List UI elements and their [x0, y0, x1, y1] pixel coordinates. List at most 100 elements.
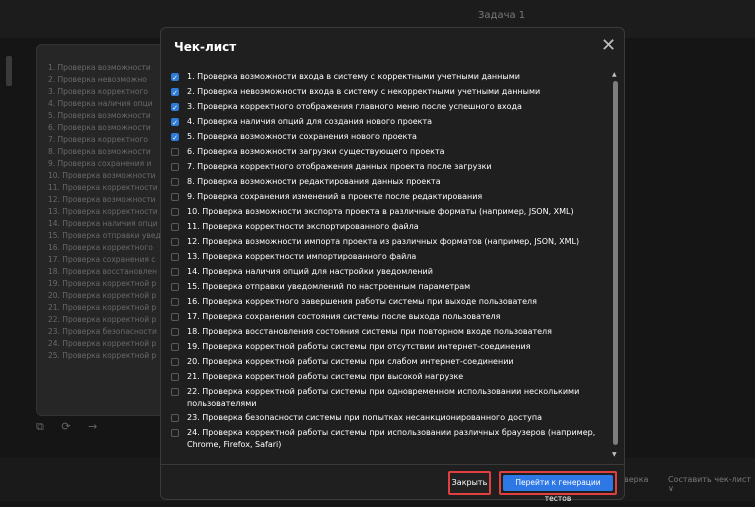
checklist-item[interactable]: 21. Проверка корректной работы системы п…: [171, 371, 611, 384]
background-list-item[interactable]: 8. Проверка возможности: [48, 146, 164, 158]
checkbox-checked[interactable]: ✓: [171, 73, 179, 82]
background-list-item[interactable]: 25. Проверка корректной р: [48, 350, 164, 362]
checklist-item[interactable]: 17. Проверка сохранения состояния систем…: [171, 311, 611, 324]
checkbox-unchecked[interactable]: [171, 268, 179, 276]
checkbox-checked[interactable]: ✓: [171, 133, 179, 142]
checklist-item-label: 1. Проверка возможности входа в систему …: [187, 72, 520, 81]
background-list-item[interactable]: 2. Проверка невозможно: [48, 74, 164, 86]
checklist-item-label: 15. Проверка отправки уведомлений по нас…: [187, 282, 471, 291]
checklist-item[interactable]: 24. Проверка корректной работы системы п…: [171, 427, 611, 451]
compose-checklist-button[interactable]: Составить чек-лист ∨: [668, 475, 755, 493]
refresh-icon[interactable]: ⟳: [61, 420, 70, 433]
checkbox-unchecked[interactable]: [171, 313, 179, 321]
checklist: ✓ 1. Проверка возможности входа в систему…: [171, 71, 611, 459]
close-button[interactable]: Закрыть: [448, 471, 491, 495]
scroll-up-icon[interactable]: ▲: [612, 71, 617, 78]
background-list-item[interactable]: 3. Проверка корректного: [48, 86, 164, 98]
background-list-item[interactable]: 18. Проверка восстановлен: [48, 266, 164, 278]
scroll-down-icon[interactable]: ▼: [612, 451, 617, 458]
background-list-item[interactable]: 16. Проверка корректного: [48, 242, 164, 254]
checklist-item[interactable]: ✓ 3. Проверка корректного отображения гла…: [171, 101, 611, 114]
checklist-item-label: 16. Проверка корректного завершения рабо…: [187, 297, 537, 306]
modal-footer: Закрыть Перейти к генерации тестов: [161, 464, 624, 503]
checkbox-unchecked[interactable]: [171, 163, 179, 171]
checklist-item[interactable]: 22. Проверка корректной работы системы п…: [171, 386, 611, 410]
background-list-item[interactable]: 22. Проверка корректной р: [48, 314, 164, 326]
checkbox-unchecked[interactable]: [171, 148, 179, 156]
background-list-item[interactable]: 12. Проверка возможности: [48, 194, 164, 206]
checklist-item[interactable]: ✓ 4. Проверка наличия опций для создания …: [171, 116, 611, 129]
checklist-item-label: 7. Проверка корректного отображения данн…: [187, 162, 492, 171]
checklist-item[interactable]: 18. Проверка восстановления состояния си…: [171, 326, 611, 339]
checklist-item-label: 5. Проверка возможности сохранения новог…: [187, 132, 417, 141]
checklist-item[interactable]: 13. Проверка корректности импортированно…: [171, 251, 611, 264]
checkbox-unchecked[interactable]: [171, 238, 179, 246]
checklist-item[interactable]: ✓ 2. Проверка невозможности входа в систе…: [171, 86, 611, 99]
checkbox-unchecked[interactable]: [171, 193, 179, 201]
background-list-item[interactable]: 17. Проверка сохранения с: [48, 254, 164, 266]
checklist-item[interactable]: 6. Проверка возможности загрузки существ…: [171, 146, 611, 159]
background-list-item[interactable]: 7. Проверка корректного: [48, 134, 164, 146]
scrollbar-thumb[interactable]: [613, 81, 618, 445]
background-list-item[interactable]: 19. Проверка корректной р: [48, 278, 164, 290]
checklist-item[interactable]: 23. Проверка безопасности системы при по…: [171, 412, 611, 425]
background-list-item[interactable]: 1. Проверка возможности: [48, 62, 164, 74]
background-list-item[interactable]: 14. Проверка наличия опци: [48, 218, 164, 230]
checklist-item[interactable]: 12. Проверка возможности импорта проекта…: [171, 236, 611, 249]
checkbox-unchecked[interactable]: [171, 253, 179, 261]
checkbox-unchecked[interactable]: [171, 388, 179, 396]
background-list-item[interactable]: 5. Проверка возможности: [48, 110, 164, 122]
arrow-right-icon[interactable]: →: [88, 420, 97, 433]
checklist-item[interactable]: 20. Проверка корректной работы системы п…: [171, 356, 611, 369]
checklist-item[interactable]: 8. Проверка возможности редактирования д…: [171, 176, 611, 189]
checklist-item[interactable]: 11. Проверка корректности экспортированн…: [171, 221, 611, 234]
checkbox-unchecked[interactable]: [171, 429, 179, 437]
checkbox-unchecked[interactable]: [171, 343, 179, 351]
close-icon[interactable]: ✕: [601, 35, 616, 56]
checkbox-unchecked[interactable]: [171, 283, 179, 291]
checklist-item-label: 24. Проверка корректной работы системы п…: [187, 428, 596, 449]
sidebar-handle[interactable]: [6, 56, 12, 86]
checkbox-unchecked[interactable]: [171, 358, 179, 366]
checkbox-unchecked[interactable]: [171, 328, 179, 336]
checkbox-unchecked[interactable]: [171, 208, 179, 216]
generate-tests-button-label: Перейти к генерации тестов: [503, 475, 613, 503]
checklist-item[interactable]: 16. Проверка корректного завершения рабо…: [171, 296, 611, 309]
background-list-item[interactable]: 13. Проверка корректности: [48, 206, 164, 218]
checklist-item-label: 13. Проверка корректности импортированно…: [187, 252, 417, 261]
checklist-item[interactable]: 19. Проверка корректной работы системы п…: [171, 341, 611, 354]
footer-divider: [161, 464, 624, 465]
background-list-item[interactable]: 4. Проверка наличия опци: [48, 98, 164, 110]
checkbox-unchecked[interactable]: [171, 298, 179, 306]
checkbox-unchecked[interactable]: [171, 223, 179, 231]
checklist-item[interactable]: 7. Проверка корректного отображения данн…: [171, 161, 611, 174]
checklist-item[interactable]: ✓ 1. Проверка возможности входа в систему…: [171, 71, 611, 84]
background-list-item[interactable]: 24. Проверка корректной р: [48, 338, 164, 350]
checkbox-unchecked[interactable]: [171, 373, 179, 381]
background-list-item[interactable]: 15. Проверка отправки увед: [48, 230, 164, 242]
checkbox-checked[interactable]: ✓: [171, 103, 179, 112]
background-list-item[interactable]: 9. Проверка сохранения и: [48, 158, 164, 170]
checklist-item[interactable]: 14. Проверка наличия опций для настройки…: [171, 266, 611, 279]
background-left-label[interactable]: верка: [624, 475, 648, 484]
background-list-item[interactable]: 10. Проверка возможности: [48, 170, 164, 182]
checkbox-checked[interactable]: ✓: [171, 88, 179, 97]
checkbox-unchecked[interactable]: [171, 414, 179, 422]
checklist-item-label: 22. Проверка корректной работы системы п…: [187, 387, 580, 408]
modal-title: Чек-лист: [174, 40, 237, 54]
background-list-item[interactable]: 20. Проверка корректной р: [48, 290, 164, 302]
checkbox-unchecked[interactable]: [171, 178, 179, 186]
checklist-item[interactable]: ✓ 5. Проверка возможности сохранения ново…: [171, 131, 611, 144]
checkbox-checked[interactable]: ✓: [171, 118, 179, 127]
background-list-item[interactable]: 23. Проверка безопасности: [48, 326, 164, 338]
copy-icon[interactable]: ⧉: [36, 420, 44, 433]
task-tab-title[interactable]: Задача 1: [478, 10, 525, 21]
generate-tests-button[interactable]: Перейти к генерации тестов: [499, 471, 617, 503]
background-list-item[interactable]: 11. Проверка корректности: [48, 182, 164, 194]
scrollbar[interactable]: ▲ ▼: [612, 71, 620, 459]
checklist-item[interactable]: 15. Проверка отправки уведомлений по нас…: [171, 281, 611, 294]
checklist-item[interactable]: 10. Проверка возможности экспорта проект…: [171, 206, 611, 219]
background-list-item[interactable]: 21. Проверка корректной р: [48, 302, 164, 314]
background-list-item[interactable]: 6. Проверка возможности: [48, 122, 164, 134]
checklist-item[interactable]: 9. Проверка сохранения изменений в проек…: [171, 191, 611, 204]
